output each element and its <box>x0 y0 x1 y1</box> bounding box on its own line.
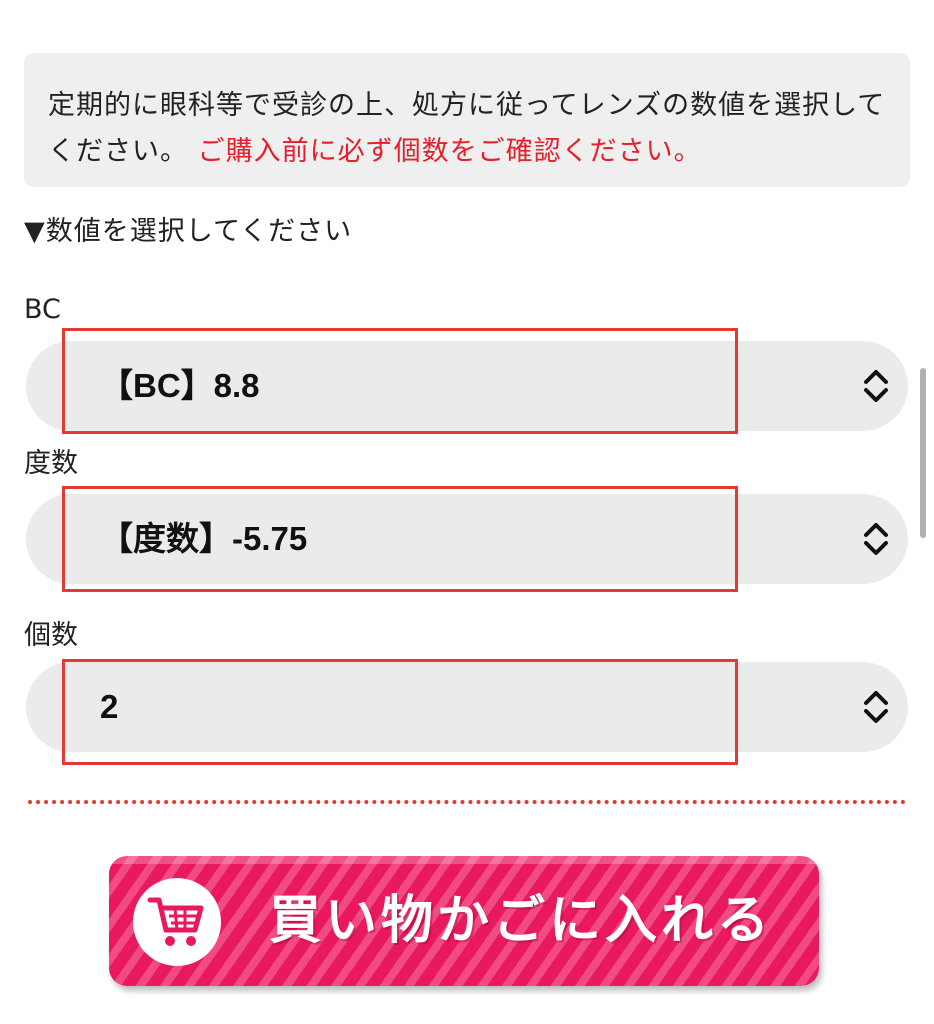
section-title: ▼数値を選択してください <box>24 216 353 247</box>
power-select[interactable]: 【度数】-5.75 <box>26 494 908 584</box>
bc-select-value: 【BC】8.8 <box>100 367 260 404</box>
add-to-cart-label: 買い物かごに入れる <box>269 891 774 951</box>
chevron-up-down-icon <box>864 523 888 555</box>
power-select-value: 【度数】-5.75 <box>100 520 308 557</box>
bc-select[interactable]: 【BC】8.8 <box>26 341 908 431</box>
scrollbar[interactable] <box>920 368 926 538</box>
dotted-divider <box>28 800 906 804</box>
bc-label: BC <box>24 294 61 325</box>
quantity-select[interactable]: 2 <box>26 662 908 752</box>
notice-box: 定期的に眼科等で受診の上、処方に従ってレンズの数値を選択してください。 ご購入前… <box>24 53 910 187</box>
chevron-up-down-icon <box>864 691 888 723</box>
quantity-label: 個数 <box>24 620 78 651</box>
quantity-select-value: 2 <box>100 688 119 725</box>
notice-warning: ご購入前に必ず個数をご確認ください。 <box>197 136 702 167</box>
add-to-cart-button[interactable]: 買い物かごに入れる <box>109 856 819 986</box>
shopping-cart-icon <box>147 897 204 946</box>
power-label: 度数 <box>24 448 78 479</box>
cart-icon-circle <box>133 878 221 966</box>
chevron-up-down-icon <box>864 370 888 402</box>
